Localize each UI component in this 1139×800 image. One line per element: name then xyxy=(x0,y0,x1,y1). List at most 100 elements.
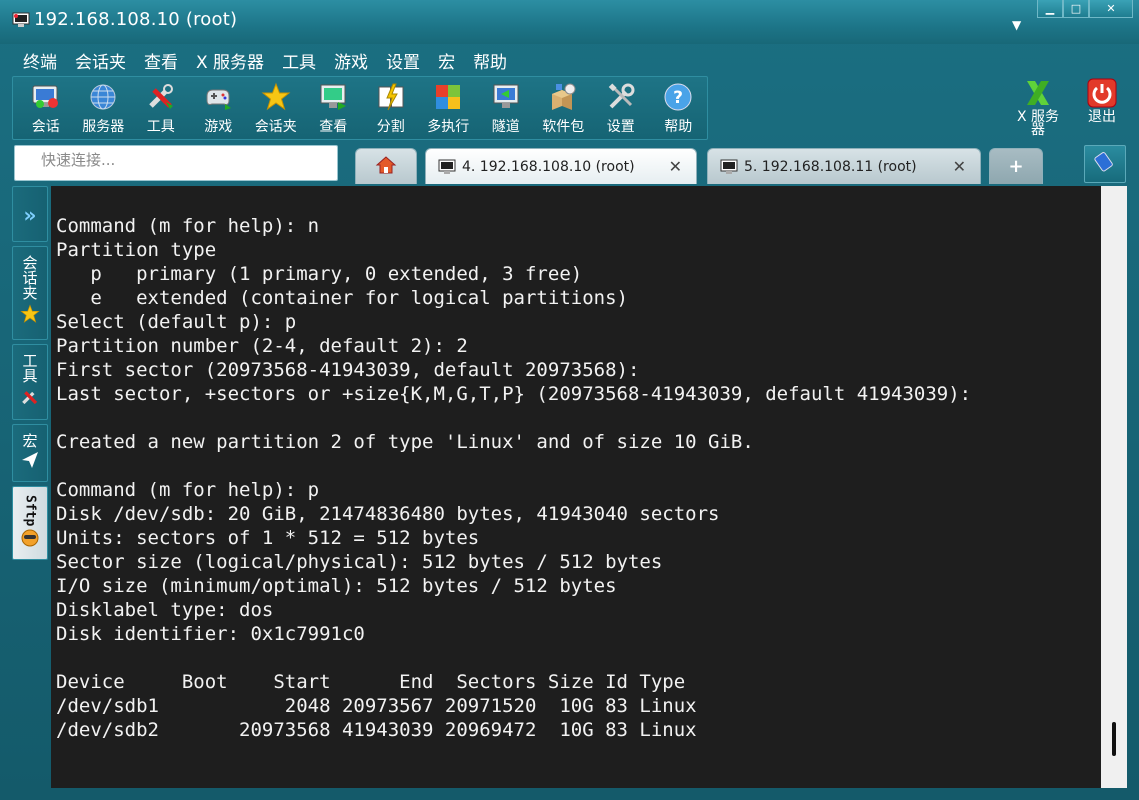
toolbar-sessions-button[interactable]: 会话夹 xyxy=(247,77,305,139)
double-chevron-right-icon: » xyxy=(23,203,37,227)
toolbar-right: X 服务器 退出 xyxy=(1006,76,1134,140)
star-icon xyxy=(20,304,40,328)
help-icon: ? xyxy=(662,81,694,113)
packages-icon xyxy=(547,81,579,113)
terminal-line: Partition number (2-4, default 2): 2 xyxy=(56,335,468,357)
chevron-down-icon[interactable]: ▼ xyxy=(1012,18,1021,32)
window-controls: ▁ □ ✕ xyxy=(1037,0,1133,18)
menu-bar: 终端 会话夹 查看 X 服务器 工具 游戏 设置 宏 帮助 xyxy=(0,46,516,74)
attach-button[interactable] xyxy=(1084,145,1126,183)
maximize-button[interactable]: □ xyxy=(1063,0,1089,18)
close-icon[interactable]: ✕ xyxy=(953,157,966,176)
terminal-scrollbar[interactable] xyxy=(1101,186,1127,788)
home-icon xyxy=(375,155,397,179)
menu-games[interactable]: 游戏 xyxy=(325,46,377,74)
side-tab-macros[interactable]: 宏 xyxy=(12,424,48,482)
exit-button[interactable]: 退出 xyxy=(1070,76,1134,140)
globe-icon xyxy=(87,81,119,113)
toolbar-settings-button[interactable]: 设置 xyxy=(592,77,650,139)
terminal-line: e extended (container for logical partit… xyxy=(56,287,628,309)
toolbar-servers-button[interactable]: 服务器 xyxy=(75,77,133,139)
menu-tools[interactable]: 工具 xyxy=(273,46,325,74)
terminal-line: Units: sectors of 1 * 512 = 512 bytes xyxy=(56,527,480,549)
split-icon xyxy=(375,81,407,113)
menu-macros[interactable]: 宏 xyxy=(429,46,464,74)
toolbar-tools-button[interactable]: 工具 xyxy=(132,77,190,139)
power-icon xyxy=(1087,78,1117,108)
terminal-line: Disk /dev/sdb: 20 GiB, 21474836480 bytes… xyxy=(56,503,720,525)
toolbar-session-button[interactable]: 会话 xyxy=(17,77,75,139)
close-button[interactable]: ✕ xyxy=(1089,0,1133,18)
menu-view[interactable]: 查看 xyxy=(135,46,187,74)
terminal-line: First sector (20973568-41943039, default… xyxy=(56,359,640,381)
scrollbar-thumb[interactable] xyxy=(1112,722,1116,756)
sftp-icon xyxy=(20,528,40,552)
terminal-line: I/O size (minimum/optimal): 512 bytes / … xyxy=(56,575,617,597)
xserver-label-2: 器 xyxy=(1030,122,1045,138)
monitor-icon xyxy=(317,81,349,113)
session-icon xyxy=(30,81,62,113)
terminal-line: Disklabel type: dos xyxy=(56,599,274,621)
toolbar-packages-button[interactable]: 软件包 xyxy=(535,77,593,139)
side-tab-sftp[interactable]: Sftp xyxy=(12,486,48,560)
terminal-line: Sector size (logical/physical): 512 byte… xyxy=(56,551,663,573)
new-tab-button[interactable]: + xyxy=(989,148,1043,184)
menu-xserver[interactable]: X 服务器 xyxy=(187,46,273,74)
tab-home[interactable] xyxy=(355,148,417,184)
terminal-line: Command (m for help): n xyxy=(56,215,320,237)
xserver-button[interactable]: X 服务器 xyxy=(1006,76,1070,140)
menu-terminal[interactable]: 终端 xyxy=(14,46,66,74)
toolbar-help-button[interactable]: ? 帮助 xyxy=(650,77,708,139)
tools-icon xyxy=(145,81,177,113)
terminal-line: p primary (1 primary, 0 extended, 3 free… xyxy=(56,263,583,285)
plus-icon: + xyxy=(1008,156,1024,177)
x-server-icon xyxy=(1023,78,1053,108)
toolbar-multiexec-button[interactable]: 多执行 xyxy=(420,77,478,139)
toolbar-split-button[interactable]: 分割 xyxy=(362,77,420,139)
tools-icon xyxy=(20,387,40,411)
tunnel-icon xyxy=(490,81,522,113)
menu-settings[interactable]: 设置 xyxy=(377,46,429,74)
terminal-app-icon xyxy=(12,12,30,28)
tab-session-5[interactable]: 5. 192.168.108.11 (root) ✕ xyxy=(707,148,981,184)
paperclip-icon xyxy=(1093,150,1117,178)
terminal-line: /dev/sdb1 2048 20973567 20971520 10G 83 … xyxy=(56,695,697,717)
send-icon xyxy=(20,450,40,474)
tab-session-4[interactable]: 4. 192.168.108.10 (root) ✕ xyxy=(425,148,697,184)
terminal-icon xyxy=(438,159,456,175)
quick-connect-input[interactable]: 快速连接... xyxy=(14,145,338,181)
terminal-line: Partition type xyxy=(56,239,217,261)
toolbar: 会话 服务器 工具 游戏 会话夹 查看 分割 多执行 隧道 软件包 设置 ? 帮… xyxy=(12,76,708,140)
minimize-button[interactable]: ▁ xyxy=(1037,0,1063,18)
tab-label: 4. 192.168.108.10 (root) xyxy=(462,158,635,175)
menu-sessions[interactable]: 会话夹 xyxy=(66,46,135,74)
close-icon[interactable]: ✕ xyxy=(669,157,682,176)
title-bar: 192.168.108.10 (root) ▼ ▁ □ ✕ xyxy=(0,0,1139,44)
multi-exec-icon xyxy=(432,81,464,113)
terminal-lines: Command (m for help): n Partition type p… xyxy=(56,214,971,742)
terminal-output[interactable]: Command (m for help): n Partition type p… xyxy=(51,186,1101,788)
terminal-line: Command (m for help): p xyxy=(56,479,320,501)
terminal-line: Disk identifier: 0x1c7991c0 xyxy=(56,623,365,645)
terminal-line: /dev/sdb2 20973568 41943039 20969472 10G… xyxy=(56,719,697,741)
terminal-line: Created a new partition 2 of type 'Linux… xyxy=(56,431,754,453)
gamepad-icon xyxy=(202,81,234,113)
tab-label: 5. 192.168.108.11 (root) xyxy=(744,158,917,175)
side-tab-sessions[interactable]: 会话夹 xyxy=(12,246,48,340)
window-bottom-edge xyxy=(0,788,1139,800)
terminal-icon xyxy=(720,159,738,175)
side-collapse-button[interactable]: » xyxy=(12,186,48,242)
svg-text:?: ? xyxy=(673,88,683,108)
settings-icon xyxy=(605,81,637,113)
menu-help[interactable]: 帮助 xyxy=(464,46,516,74)
terminal-line: Select (default p): p xyxy=(56,311,297,333)
toolbar-games-button[interactable]: 游戏 xyxy=(190,77,248,139)
side-panel: » 会话夹 工具 宏 Sftp xyxy=(12,186,50,786)
toolbar-view-button[interactable]: 查看 xyxy=(305,77,363,139)
toolbar-tunnel-button[interactable]: 隧道 xyxy=(477,77,535,139)
terminal-line: Device Boot Start End Sectors Size Id Ty… xyxy=(56,671,686,693)
side-tab-tools[interactable]: 工具 xyxy=(12,344,48,420)
